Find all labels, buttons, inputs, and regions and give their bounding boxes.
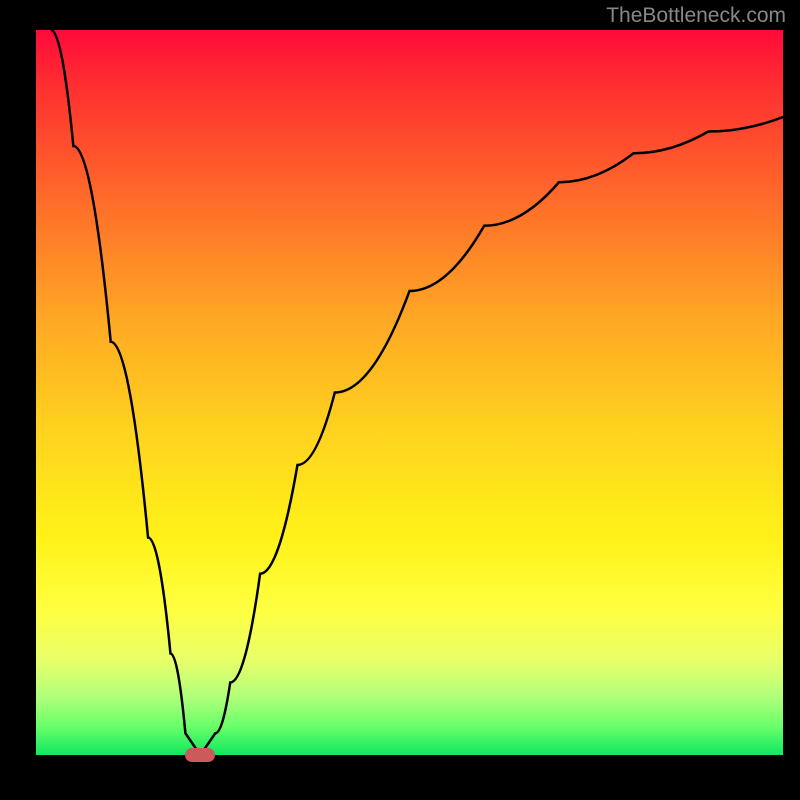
chart-plot-area	[36, 30, 783, 755]
watermark-text: TheBottleneck.com	[606, 4, 786, 28]
optimal-point-marker	[185, 748, 215, 762]
bottleneck-curve	[36, 30, 783, 755]
